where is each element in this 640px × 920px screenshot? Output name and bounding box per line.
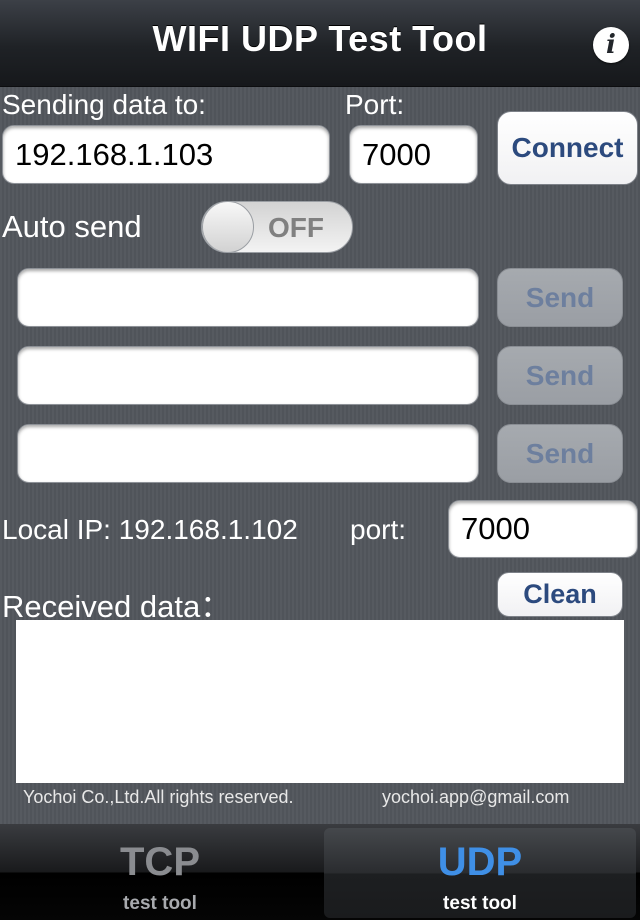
send-button-2[interactable]: Send — [497, 346, 623, 405]
target-ip-value: 192.168.1.103 — [15, 136, 214, 172]
copyright-text: Yochoi Co.,Ltd.All rights reserved. — [23, 787, 294, 807]
clean-button[interactable]: Clean — [497, 572, 623, 617]
navigation-bar: WIFI UDP Test Tool i — [0, 0, 640, 87]
local-port-label: port: — [350, 514, 407, 545]
tab-tcp-label: test tool — [123, 893, 197, 914]
local-port-value: 7000 — [461, 511, 530, 546]
message-field-2[interactable] — [17, 346, 479, 405]
target-port-value: 7000 — [362, 136, 431, 172]
target-ip-field[interactable]: 192.168.1.103 — [2, 125, 330, 184]
target-port-field[interactable]: 7000 — [349, 125, 478, 184]
local-ip-label: Local IP: 192.168.1.102 — [2, 514, 298, 545]
message-field-1[interactable] — [17, 268, 479, 327]
send-button-1[interactable]: Send — [497, 268, 623, 327]
tab-udp-label: test tool — [443, 893, 517, 914]
info-icon[interactable]: i — [593, 27, 629, 63]
send-button-3[interactable]: Send — [497, 424, 623, 483]
toggle-state-text: OFF — [268, 212, 324, 243]
udp-icon: UDP — [437, 840, 523, 884]
app-title: WIFI UDP Test Tool — [152, 18, 488, 59]
sending-data-label: Sending data to: — [2, 89, 206, 120]
message-field-3[interactable] — [17, 424, 479, 483]
port-label: Port: — [345, 89, 405, 120]
tab-tcp[interactable]: TCP test tool — [0, 824, 320, 920]
auto-send-toggle[interactable]: OFF — [201, 201, 353, 253]
local-port-field[interactable]: 7000 — [448, 500, 638, 558]
tcp-icon: TCP — [120, 840, 200, 884]
tab-udp[interactable]: UDP test tool — [320, 824, 640, 920]
auto-send-label: Auto send — [2, 209, 142, 244]
contact-email[interactable]: yochoi.app@gmail.com — [382, 787, 569, 808]
tab-bar: TCP test tool UDP test tool — [0, 824, 640, 920]
connect-button[interactable]: Connect — [497, 111, 638, 185]
received-data-area[interactable] — [16, 620, 624, 783]
toggle-knob — [202, 202, 254, 252]
